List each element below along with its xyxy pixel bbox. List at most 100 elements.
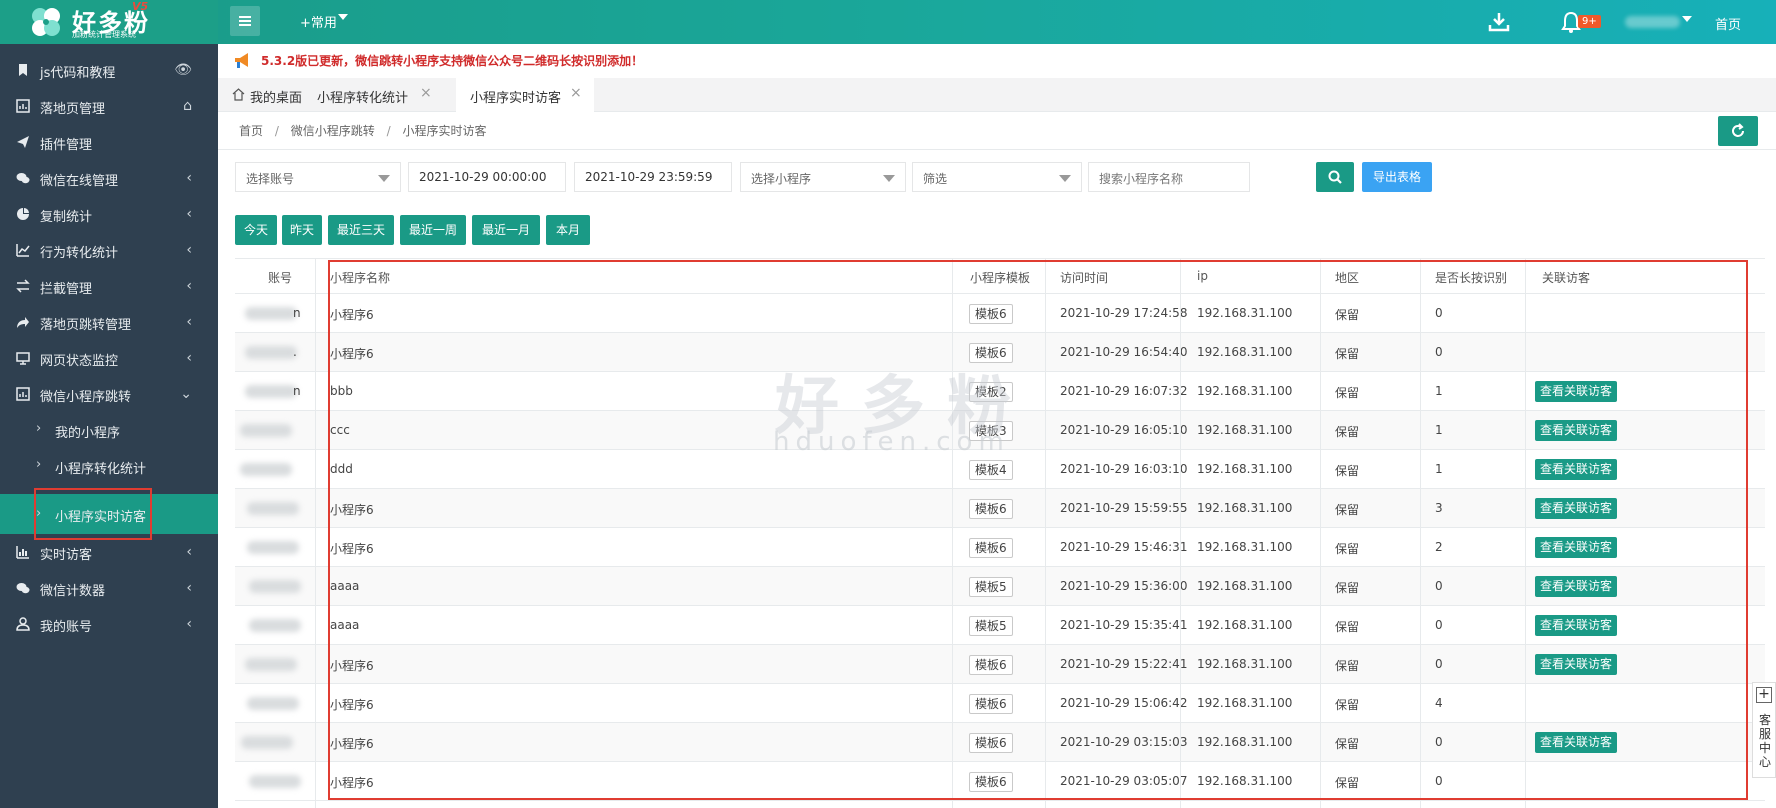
- range-yesterday-button[interactable]: 昨天: [282, 215, 322, 245]
- download-icon[interactable]: [1487, 10, 1511, 34]
- account-blurred: [247, 697, 299, 710]
- sidebar-item-label: 复制统计: [40, 210, 93, 225]
- close-icon[interactable]: ×: [570, 85, 582, 101]
- filter-select-value: 筛选: [923, 172, 948, 186]
- sidebar-item-plugins[interactable]: 插件管理: [0, 124, 218, 160]
- account-select[interactable]: 选择账号: [235, 162, 401, 192]
- table-highlight-box: [328, 260, 1748, 800]
- search-placeholder: 搜索小程序名称: [1099, 172, 1184, 186]
- end-time-input[interactable]: 2021-10-29 23:59:59: [574, 162, 732, 192]
- clover-logo-icon: [32, 8, 60, 36]
- bar-chart-icon: [16, 546, 29, 559]
- monitor-icon: [16, 352, 30, 365]
- brand-logo[interactable]: 好多粉 V5 加粉统计管理系统: [0, 0, 218, 44]
- sidebar-item-landing-page[interactable]: 落地页管理 ⌂: [0, 88, 218, 124]
- account-blurred: [240, 463, 292, 476]
- breadcrumb: 首页 / 微信小程序跳转 / 小程序实时访客: [239, 122, 494, 139]
- account-blurred: [247, 541, 299, 554]
- mini-program-select[interactable]: 选择小程序: [740, 162, 906, 192]
- sidebar-item-intercept[interactable]: 拦截管理 ‹: [0, 268, 218, 304]
- range-today-button[interactable]: 今天: [235, 215, 277, 245]
- sidebar: js代码和教程 👁 落地页管理 ⌂ 插件管理 微信在线管理 ‹ 复制统计 ‹ 行…: [0, 44, 218, 808]
- chevron-left-icon: ‹: [186, 170, 192, 186]
- end-time-value: 2021-10-29 23:59:59: [585, 170, 713, 184]
- sidebar-item-wechat-online[interactable]: 微信在线管理 ‹: [0, 160, 218, 196]
- search-button[interactable]: [1316, 162, 1354, 192]
- filter-select[interactable]: 筛选: [912, 162, 1082, 192]
- tab-label: 小程序转化统计: [317, 91, 409, 106]
- bookmark-icon: [19, 64, 27, 76]
- sidebar-item-my-account[interactable]: 我的账号 ‹: [0, 606, 218, 642]
- breadcrumb-home[interactable]: 首页: [239, 124, 263, 138]
- sidebar-item-copy-stats[interactable]: 复制统计 ‹: [0, 196, 218, 232]
- tab-mini-conversion[interactable]: 小程序转化统计 ×: [302, 78, 442, 112]
- sidebar-item-label: 网页状态监控: [40, 354, 119, 369]
- caret-down-icon: [1059, 175, 1071, 182]
- announcement-text: 5.3.2版已更新，微信跳转小程序支持微信公众号二维码长按识别添加！: [261, 54, 644, 68]
- chart-box-icon: [16, 99, 30, 113]
- tab-label: 我的桌面: [250, 91, 303, 106]
- sidebar-item-label: 微信计数器: [40, 584, 106, 599]
- hamburger-icon: [239, 16, 251, 18]
- header-account: 账号: [268, 271, 293, 285]
- username-blurred[interactable]: [1625, 16, 1680, 28]
- breadcrumb-section[interactable]: 微信小程序跳转: [291, 124, 375, 138]
- tab-my-desktop[interactable]: 我的桌面: [218, 78, 302, 112]
- customer-service-panel[interactable]: + 客服中心: [1752, 682, 1776, 778]
- account-blurred: [249, 619, 301, 632]
- sidebar-item-js-code[interactable]: js代码和教程 👁: [0, 52, 218, 88]
- line-chart-icon: [16, 244, 30, 257]
- chevron-left-icon: ‹: [186, 544, 192, 560]
- breadcrumb-separator: /: [274, 124, 279, 138]
- common-menu[interactable]: +常用: [300, 12, 337, 31]
- chevron-left-icon: ‹: [186, 580, 192, 596]
- sidebar-item-mini-program-redirect[interactable]: 微信小程序跳转 ⌄: [0, 376, 218, 412]
- sidebar-item-conversion-stats[interactable]: 行为转化统计 ‹: [0, 232, 218, 268]
- search-input[interactable]: 搜索小程序名称: [1088, 162, 1250, 192]
- sidebar-item-label: 我的小程序: [55, 426, 121, 441]
- range-3days-button[interactable]: 最近三天: [328, 215, 394, 245]
- tab-mini-realtime-visitors[interactable]: 小程序实时访客 ×: [456, 78, 594, 112]
- chevron-right-icon: ›: [36, 457, 42, 472]
- refresh-icon: [1732, 123, 1744, 137]
- chevron-left-icon: ‹: [186, 242, 192, 258]
- range-this-month-button[interactable]: 本月: [546, 215, 590, 245]
- divider: [218, 149, 1776, 150]
- account-blurred: [249, 775, 301, 788]
- eye-icon: 👁: [174, 62, 192, 78]
- sidebar-item-wechat-counter[interactable]: 微信计数器 ‹: [0, 570, 218, 606]
- close-icon[interactable]: ×: [420, 85, 432, 101]
- account-blurred: [245, 346, 297, 359]
- sidebar-item-landing-redirect[interactable]: 落地页跳转管理 ‹: [0, 304, 218, 340]
- export-button[interactable]: 导出表格: [1362, 162, 1432, 192]
- sidebar-item-label: 我的账号: [40, 620, 93, 635]
- sidebar-subitem-mini-conversion[interactable]: › 小程序转化统计: [0, 448, 218, 484]
- home-icon: [232, 88, 245, 101]
- sidebar-subitem-my-mini-program[interactable]: › 我的小程序: [0, 412, 218, 448]
- notification-badge: 9+: [1578, 15, 1601, 28]
- paper-plane-icon: [17, 136, 29, 148]
- start-time-value: 2021-10-29 00:00:00: [419, 170, 547, 184]
- sidebar-item-page-monitor[interactable]: 网页状态监控 ‹: [0, 340, 218, 376]
- pie-chart-icon: [17, 208, 29, 220]
- brand-subtitle: 加粉统计管理系统: [72, 30, 136, 39]
- menu-toggle-button[interactable]: [230, 6, 260, 36]
- range-month-button[interactable]: 最近一月: [472, 215, 540, 245]
- refresh-button[interactable]: [1718, 116, 1758, 146]
- account-blurred: [241, 736, 293, 749]
- plus-icon[interactable]: +: [1756, 687, 1772, 703]
- account-blurred: [245, 385, 297, 398]
- start-time-input[interactable]: 2021-10-29 00:00:00: [408, 162, 566, 192]
- mini-program-icon: [16, 387, 30, 401]
- user-caret-icon: [1682, 16, 1692, 22]
- home-link[interactable]: 首页: [1715, 14, 1741, 33]
- chevron-left-icon: ‹: [186, 350, 192, 366]
- sidebar-item-label: 微信小程序跳转: [40, 390, 132, 405]
- tab-label: 小程序实时访客: [470, 91, 562, 106]
- sidebar-item-label: 微信在线管理: [40, 174, 119, 189]
- wechat-icon: [16, 583, 30, 594]
- range-week-button[interactable]: 最近一周: [400, 215, 466, 245]
- home-icon: ⌂: [183, 98, 192, 114]
- exchange-icon: [16, 279, 30, 293]
- sidebar-item-label: 拦截管理: [40, 282, 93, 297]
